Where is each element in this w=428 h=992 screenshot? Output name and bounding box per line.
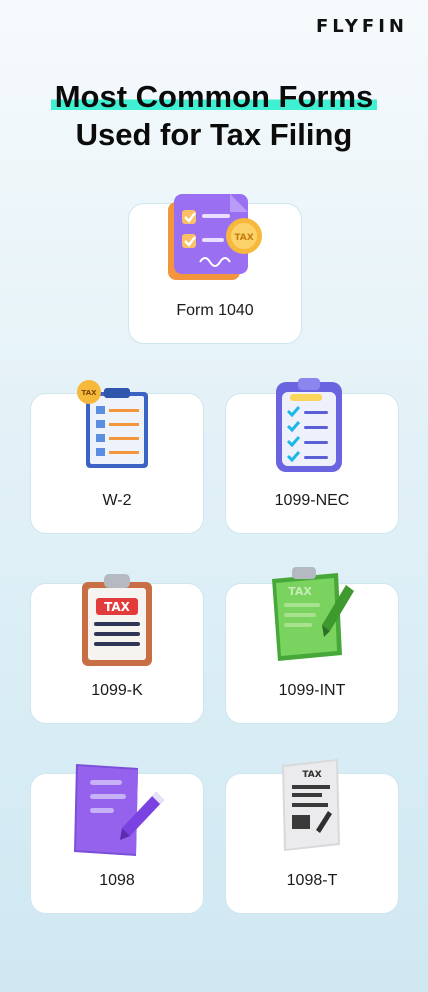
title-line-2: Used for Tax Filing bbox=[75, 117, 353, 152]
gray-tax-document-pen-icon: TAX bbox=[282, 759, 340, 851]
purple-document-pen-icon bbox=[74, 764, 164, 856]
page-title: Most Common Forms Used for Tax Filing bbox=[0, 78, 428, 154]
title-line-1: Most Common Forms bbox=[50, 79, 378, 114]
form-label: 1099-INT bbox=[278, 682, 346, 699]
form-label: 1099-K bbox=[91, 682, 143, 699]
clipboard-tax-header-icon: TAX bbox=[82, 574, 152, 666]
form-label: 1099-NEC bbox=[274, 492, 350, 509]
form-label: 1098-T bbox=[286, 872, 338, 889]
form-label: W-2 bbox=[102, 492, 132, 509]
tax-header-text: TAX bbox=[104, 600, 131, 614]
tax-coin-text: TAX bbox=[234, 233, 253, 243]
tax-text: TAX bbox=[302, 770, 321, 780]
form-label: 1098 bbox=[99, 872, 135, 889]
clipboard-checklist-tax-badge-icon: TAX bbox=[77, 380, 148, 468]
clipboard-checkmarks-icon bbox=[276, 378, 342, 472]
green-tax-clipboard-pen-icon: TAX bbox=[272, 567, 354, 661]
stacked-documents-tax-coin-icon: TAX bbox=[168, 194, 262, 280]
brand-logo: FLYFIN bbox=[315, 16, 408, 37]
tax-badge-text: TAX bbox=[81, 389, 97, 397]
form-label: Form 1040 bbox=[176, 302, 254, 319]
tax-text: TAX bbox=[288, 585, 312, 598]
